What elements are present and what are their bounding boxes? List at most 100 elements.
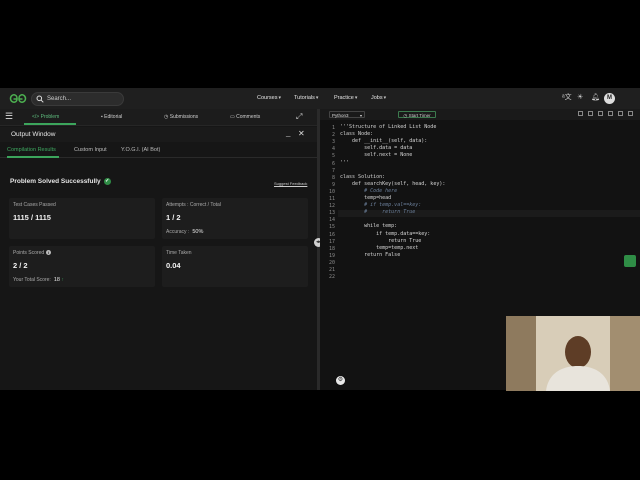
- maximize-icon[interactable]: [618, 111, 623, 116]
- menu-icon[interactable]: ☰: [5, 112, 13, 121]
- time-label: Time Taken: [166, 250, 192, 256]
- editor-toolbar: Python3 ▾ ◷ Start Timer: [320, 109, 640, 120]
- line-number: 6: [331, 160, 335, 167]
- side-panel-toggle-button[interactable]: [624, 255, 636, 267]
- line-number: 7: [331, 167, 335, 174]
- line-number: 10: [328, 188, 335, 195]
- points-value: 2 / 2: [13, 261, 28, 270]
- line-number: 8: [331, 174, 335, 181]
- total-score: Your Total Score: 18 ↑: [13, 277, 64, 283]
- line-number: 2: [331, 132, 335, 139]
- tab-problem[interactable]: </> Problem: [32, 114, 59, 120]
- minimize-icon[interactable]: _: [286, 128, 290, 137]
- code-line[interactable]: '''Structure of Linked List Node: [340, 124, 436, 131]
- active-subtab-indicator: [7, 156, 59, 158]
- suggest-feedback-link[interactable]: Suggest Feedback: [274, 181, 307, 186]
- time-value: 0.04: [166, 261, 181, 270]
- line-number: 3: [331, 139, 335, 146]
- more-icon[interactable]: [628, 111, 633, 116]
- chevron-down-icon: ▾: [354, 95, 358, 101]
- test-cases-card: Test Cases Passed 1115 / 1115: [9, 198, 155, 239]
- line-number: 17: [328, 238, 335, 245]
- active-tab-indicator: [24, 123, 76, 125]
- output-window-title: Output Window: [11, 131, 56, 138]
- code-line[interactable]: self.data = data: [340, 145, 412, 152]
- tab-submissions[interactable]: ◷ Submissions: [164, 114, 198, 120]
- theme-toggle-icon[interactable]: ☀: [577, 94, 583, 102]
- search-icon: [36, 95, 44, 103]
- output-tabs: Compilation Results Custom Input Y.O.G.I…: [0, 143, 317, 158]
- code-line[interactable]: ''': [340, 160, 349, 167]
- fullscreen-icon[interactable]: ⤢: [296, 112, 302, 122]
- line-number: 4: [331, 146, 335, 153]
- code-line[interactable]: class Solution:: [340, 174, 385, 181]
- code-line[interactable]: while temp:: [340, 223, 397, 230]
- attempts-value: 1 / 2: [166, 213, 181, 222]
- tab-custom-input[interactable]: Custom Input: [74, 147, 107, 153]
- points-label: Points Scored i: [13, 250, 52, 256]
- code-line[interactable]: class Node:: [340, 131, 373, 138]
- format-icon[interactable]: [598, 111, 603, 116]
- tab-yogi-ai-bot[interactable]: Y.O.G.I. (AI Bot): [121, 147, 160, 153]
- test-cases-label: Test Cases Passed: [13, 202, 56, 208]
- problem-pane: ☰ </> Problem ▪ Editorial ◷ Submissions …: [0, 109, 317, 390]
- attempts-label: Attempts : Correct / Total: [166, 202, 221, 208]
- problem-tab-bar: ☰ </> Problem ▪ Editorial ◷ Submissions …: [0, 109, 317, 126]
- points-card: Points Scored i 2 / 2 Your Total Score: 18…: [9, 246, 155, 287]
- tab-comments[interactable]: ▭ Comments: [230, 114, 260, 120]
- translate-icon[interactable]: ᵃ文: [562, 94, 572, 102]
- accuracy: Accuracy :50%: [166, 229, 204, 235]
- avatar[interactable]: M: [604, 93, 615, 104]
- language-select[interactable]: Python3 ▾: [329, 111, 365, 118]
- test-cases-value: 1115 / 1115: [13, 213, 51, 222]
- copy-icon[interactable]: [578, 111, 583, 116]
- search-placeholder: Search...: [47, 96, 72, 102]
- result-headline: Problem Solved Successfully ✓: [10, 178, 111, 186]
- code-line[interactable]: return False: [340, 252, 400, 259]
- code-line[interactable]: def searchKey(self, head, key):: [340, 181, 445, 188]
- attempts-card: Attempts : Correct / Total 1 / 2 Accurac…: [162, 198, 308, 239]
- reset-icon[interactable]: [588, 111, 593, 116]
- nav-tutorials[interactable]: Tutorials▾: [294, 95, 318, 101]
- settings-panel-icon[interactable]: [608, 111, 613, 116]
- code-line[interactable]: # Code here: [340, 188, 397, 195]
- nav-practice[interactable]: Practice▾: [334, 95, 357, 101]
- chevron-down-icon: ▾: [315, 95, 319, 101]
- output-window-header: Output Window _ ✕: [0, 127, 317, 142]
- tab-editorial[interactable]: ▪ Editorial: [101, 114, 122, 120]
- chevron-down-icon: ▾: [383, 95, 387, 101]
- line-number: 15: [328, 224, 335, 231]
- code-line[interactable]: temp=temp.next: [340, 245, 418, 252]
- line-number: 18: [328, 245, 335, 252]
- webcam-feed: [506, 316, 640, 391]
- code-line[interactable]: if temp.data==key:: [340, 231, 430, 238]
- line-number: 16: [328, 231, 335, 238]
- nav-courses[interactable]: Courses▾: [257, 95, 281, 101]
- editor-settings-icon[interactable]: ⚙: [336, 376, 345, 385]
- line-number: 21: [328, 267, 335, 273]
- webcam-image: [506, 316, 640, 391]
- line-number: 11: [328, 196, 335, 202]
- tab-compilation-results[interactable]: Compilation Results: [7, 147, 56, 153]
- line-number: 13: [328, 210, 335, 217]
- line-number: 5: [331, 153, 335, 160]
- search-bar[interactable]: Search...: [31, 92, 124, 106]
- nav-jobs[interactable]: Jobs▾: [371, 95, 386, 101]
- code-line[interactable]: temp=head: [340, 195, 391, 202]
- code-line[interactable]: # if temp.val==key:: [340, 202, 421, 209]
- code-line[interactable]: self.next = None: [340, 152, 412, 159]
- code-line[interactable]: return True: [340, 238, 421, 245]
- line-number: 20: [328, 259, 335, 266]
- bell-icon[interactable]: 🔔︎: [591, 94, 600, 102]
- chevron-down-icon: ▾: [278, 95, 281, 101]
- info-icon[interactable]: i: [46, 250, 52, 256]
- top-nav: Search... Courses▾ Tutorials▾ Practice▾ …: [0, 88, 640, 109]
- close-icon[interactable]: ✕: [298, 129, 305, 138]
- line-number: 9: [331, 181, 335, 188]
- line-number: 12: [328, 203, 335, 210]
- start-timer-button[interactable]: ◷ Start Timer: [398, 111, 436, 118]
- check-circle-icon: ✓: [103, 178, 111, 185]
- code-line[interactable]: # return True: [340, 209, 415, 216]
- gfg-logo[interactable]: [9, 93, 27, 104]
- code-line[interactable]: def __init__(self, data):: [340, 138, 427, 145]
